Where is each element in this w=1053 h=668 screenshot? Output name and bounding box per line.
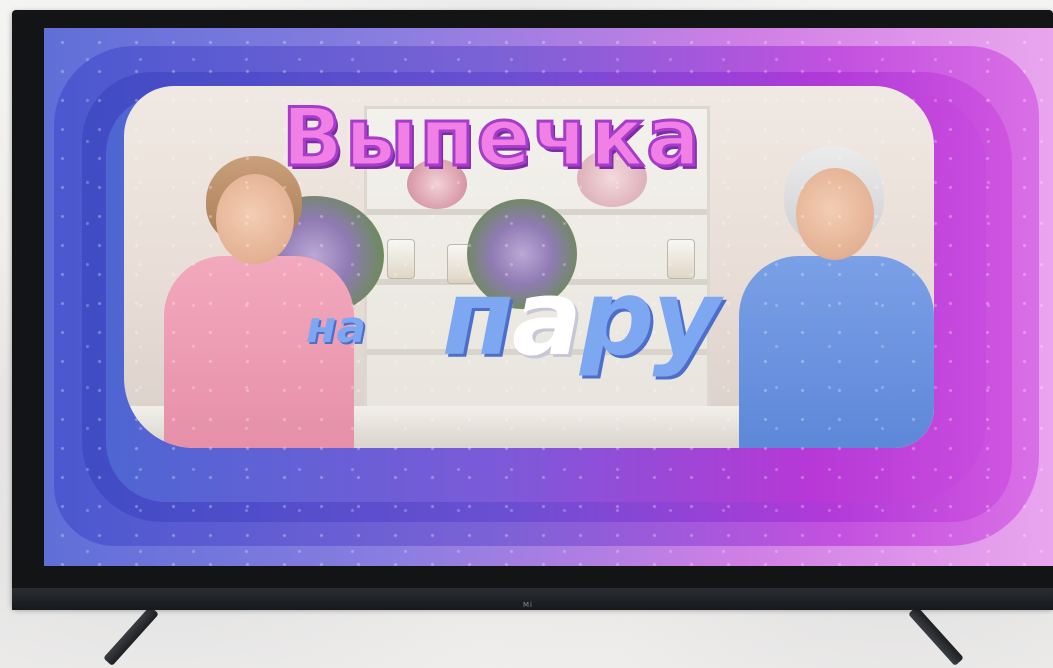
host-right (734, 146, 934, 448)
show-title-second-word: пару (442, 266, 720, 370)
tv-screen: Выпечка на пару (44, 28, 1053, 566)
host-left-face (216, 174, 294, 264)
title-letters-ru: ру (580, 257, 720, 379)
title-letter-a: а (511, 257, 582, 379)
show-title-main: Выпечка (280, 91, 703, 184)
host-right-face (796, 168, 874, 260)
show-title-prefix: на (306, 302, 367, 353)
title-letter-p: п (442, 257, 514, 379)
glass-jar (387, 239, 415, 279)
tv-brand-logo: Mi (523, 601, 533, 609)
host-right-blue-shirt (739, 256, 934, 448)
